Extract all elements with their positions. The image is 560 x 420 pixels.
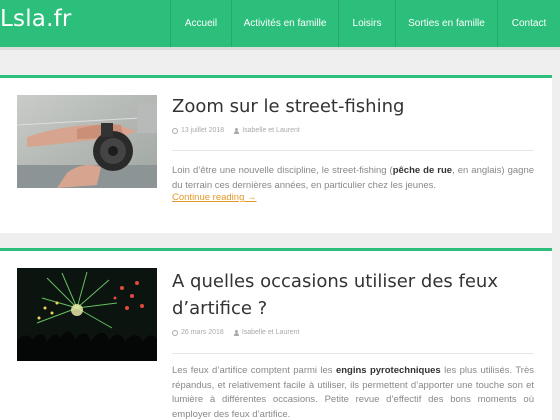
header-shadow: [0, 47, 560, 50]
site-logo[interactable]: Lsla.fr: [0, 6, 72, 32]
main-nav: Accueil Activités en famille Loisirs Sor…: [170, 0, 560, 47]
fishing-reel-photo: [17, 95, 157, 188]
clock-icon: [172, 329, 178, 336]
user-icon: [234, 127, 240, 134]
article-thumbnail[interactable]: [17, 95, 157, 188]
nav-item-activites-en-famille[interactable]: Activités en famille: [232, 0, 339, 47]
continue-reading-link[interactable]: Continue reading →: [172, 192, 257, 203]
article-excerpt: Les feux d’artifice comptent parmi les e…: [172, 365, 534, 420]
user-icon: [233, 329, 239, 336]
article-meta: 26 mars 2018 Isabelle et Laurent: [172, 329, 299, 336]
nav-item-contact[interactable]: Contact: [498, 0, 560, 47]
meta-divider: [172, 150, 534, 151]
article-card: A quelles occasions utiliser des feux d’…: [0, 248, 552, 420]
article-card: Zoom sur le street-fishing 13 juillet 20…: [0, 75, 552, 233]
meta-divider: [172, 353, 534, 354]
article-excerpt: Loin d’être une nouvelle discipline, le …: [172, 165, 535, 191]
clock-icon: [172, 127, 178, 134]
nav-item-loisirs[interactable]: Loisirs: [339, 0, 396, 47]
nav-item-sorties-en-famille[interactable]: Sorties en famille: [396, 0, 498, 47]
article-date[interactable]: 13 juillet 2018: [181, 127, 224, 134]
article-author[interactable]: Isabelle et Laurent: [242, 127, 300, 134]
excerpt-keyword-link[interactable]: pêche de rue: [393, 165, 452, 176]
article-date[interactable]: 26 mars 2018: [181, 329, 224, 336]
article-author[interactable]: Isabelle et Laurent: [242, 329, 300, 336]
fireworks-photo: [17, 268, 157, 361]
article-title[interactable]: A quelles occasions utiliser des feux d’…: [172, 268, 540, 322]
article-meta: 13 juillet 2018 Isabelle et Laurent: [172, 127, 300, 134]
nav-item-accueil[interactable]: Accueil: [171, 0, 232, 47]
excerpt-keyword-link[interactable]: engins pyrotechniques: [336, 365, 441, 376]
article-title[interactable]: Zoom sur le street-fishing: [172, 93, 540, 120]
article-thumbnail[interactable]: [17, 268, 157, 361]
site-header: Lsla.fr Accueil Activités en famille Loi…: [0, 0, 560, 47]
